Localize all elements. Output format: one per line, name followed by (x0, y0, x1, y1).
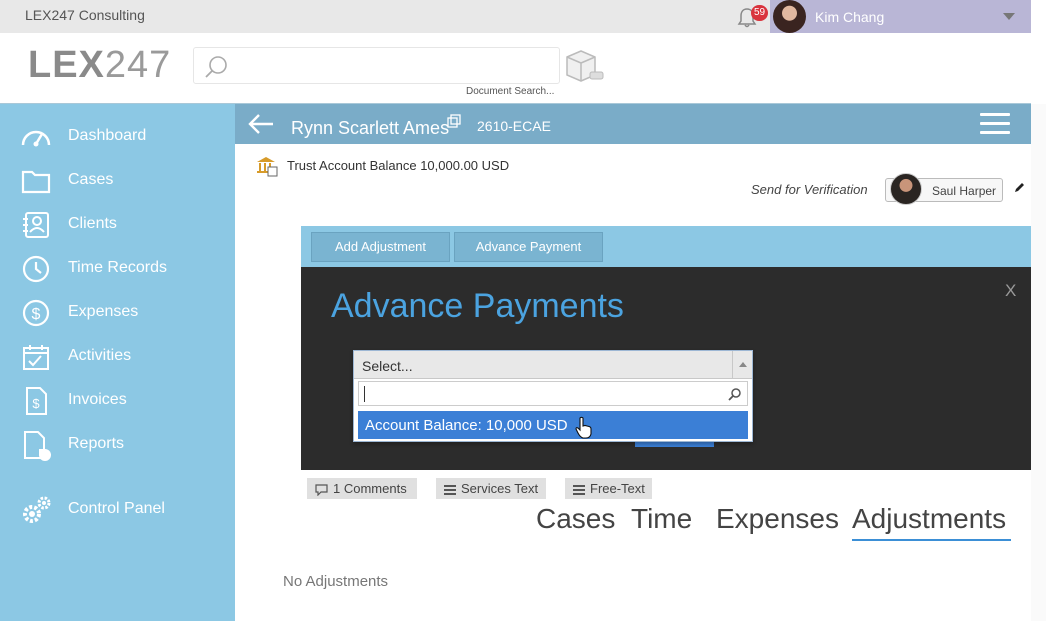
search-icon (728, 388, 741, 401)
package-icon[interactable] (563, 48, 605, 82)
gauge-icon (21, 130, 51, 147)
sidebar-item-dashboard[interactable]: Dashboard (0, 117, 235, 157)
company-name: LEX247 Consulting (25, 7, 145, 23)
back-arrow-icon[interactable] (247, 112, 275, 136)
invoice-icon: $ (26, 387, 47, 415)
list-icon (444, 484, 456, 495)
avatar (890, 173, 922, 205)
calendar-icon (23, 345, 49, 370)
tab-time[interactable]: Time (631, 503, 692, 535)
user-menu[interactable]: Kim Chang (770, 0, 1031, 33)
sidebar-item-clients[interactable]: Clients (0, 205, 235, 245)
free-text-chip[interactable]: Free-Text (565, 478, 652, 499)
comment-icon (315, 483, 328, 496)
sidebar-item-cases[interactable]: Cases (0, 161, 235, 201)
close-button[interactable]: X (1005, 281, 1016, 301)
search-icon (205, 56, 227, 78)
verifier-chip[interactable]: Saul Harper (885, 173, 1003, 205)
send-for-verification: Send for Verification (751, 182, 868, 197)
add-adjustment-button[interactable]: Add Adjustment (311, 232, 450, 262)
chevron-down-icon[interactable] (1003, 13, 1015, 20)
pencil-icon[interactable] (1013, 182, 1025, 194)
tab-cases[interactable]: Cases (536, 503, 615, 535)
notification-badge: 59 (751, 5, 768, 21)
gears-icon (23, 496, 51, 523)
select-header[interactable]: Select... (354, 351, 752, 379)
svg-text:$: $ (32, 306, 41, 323)
svg-text:$: $ (32, 396, 40, 411)
comments-chip[interactable]: 1 Comments (307, 478, 417, 499)
user-name: Kim Chang (815, 9, 885, 25)
sidebar-item-reports[interactable]: Reports (0, 425, 235, 465)
modal-title: Advance Payments (331, 287, 624, 325)
sidebar-item-expenses[interactable]: $ Expenses (0, 293, 235, 333)
empty-state: No Adjustments (283, 573, 389, 590)
search-caption: Document Search... (466, 86, 555, 97)
report-icon (24, 431, 51, 461)
case-header: Rynn Scarlett Ames 2610-ECAE (235, 104, 1031, 144)
list-icon (573, 484, 585, 495)
contacts-icon (23, 212, 49, 238)
chevron-up-icon[interactable] (732, 351, 752, 378)
page-gutter (1031, 104, 1046, 621)
sidebar: Dashboard Cases Clients Time Records $ E… (0, 104, 235, 621)
text-caret (364, 386, 365, 402)
clock-icon (22, 255, 50, 283)
payment-select[interactable]: Select... Account Balance: 10,000 USD (353, 350, 753, 442)
select-option[interactable]: Account Balance: 10,000 USD (358, 411, 748, 439)
case-code: 2610-ECAE (477, 118, 551, 134)
active-tab-indicator (852, 539, 1011, 541)
tab-expenses[interactable]: Expenses (716, 503, 839, 535)
dollar-icon: $ (22, 299, 50, 327)
select-search-input[interactable] (358, 381, 748, 406)
advance-payment-button[interactable]: Advance Payment (454, 232, 603, 262)
menu-icon[interactable] (980, 113, 1010, 135)
open-window-icon[interactable] (447, 114, 461, 128)
services-text-chip[interactable]: Services Text (436, 478, 546, 499)
logo[interactable]: LEX247 (28, 44, 171, 87)
document-search-input[interactable] (193, 47, 560, 84)
select-placeholder: Select... (362, 358, 413, 374)
sidebar-item-invoices[interactable]: $ Invoices (0, 381, 235, 421)
trust-balance: Trust Account Balance 10,000.00 USD (287, 158, 510, 173)
action-bar: Add Adjustment Advance Payment (301, 226, 1046, 267)
avatar (773, 0, 806, 33)
bank-icon (257, 157, 278, 177)
sidebar-item-activities[interactable]: Activities (0, 337, 235, 377)
hand-cursor-icon (575, 416, 592, 439)
case-name: Rynn Scarlett Ames (291, 118, 450, 138)
tab-adjustments[interactable]: Adjustments (852, 503, 1006, 535)
verifier-name: Saul Harper (932, 184, 997, 198)
folder-icon (21, 170, 51, 194)
sidebar-item-control-panel[interactable]: Control Panel (0, 490, 235, 530)
sidebar-item-time-records[interactable]: Time Records (0, 249, 235, 289)
